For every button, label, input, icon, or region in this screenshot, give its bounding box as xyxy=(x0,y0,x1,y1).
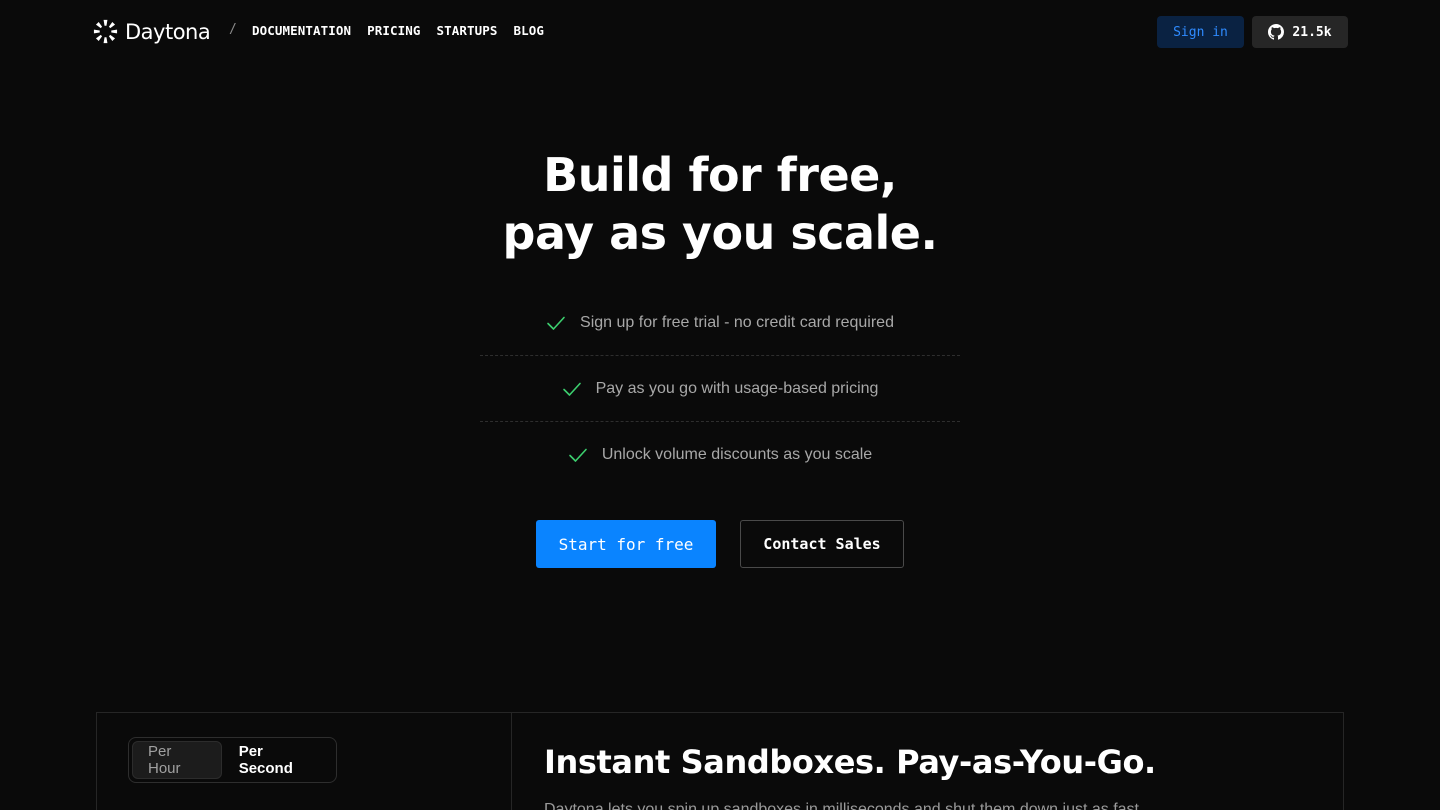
github-stars-button[interactable]: 21.5k xyxy=(1252,16,1348,48)
toggle-per-hour[interactable]: Per Hour xyxy=(132,741,222,779)
logo[interactable]: Daytona xyxy=(92,18,211,45)
pricing-title: Instant Sandboxes. Pay-as-You-Go. xyxy=(544,743,1156,781)
billing-period-toggle: Per Hour Per Second xyxy=(128,737,337,783)
benefit-item: Pay as you go with usage-based pricing xyxy=(480,356,960,422)
github-icon xyxy=(1268,24,1285,40)
benefit-text: Unlock volume discounts as you scale xyxy=(601,446,873,463)
benefit-list: Sign up for free trial - no credit card … xyxy=(480,290,960,488)
benefit-item: Sign up for free trial - no credit card … xyxy=(480,290,960,356)
main-nav: DOCUMENTATION PRICING STARTUPS BLOG xyxy=(252,23,544,38)
hero-title: Build for free, pay as you scale. xyxy=(0,146,1440,262)
toggle-per-second[interactable]: Per Second xyxy=(224,741,333,779)
start-for-free-button[interactable]: Start for free xyxy=(536,520,716,568)
pricing-panel: Per Hour Per Second Instant Sandboxes. P… xyxy=(96,712,1344,810)
daytona-logo-icon xyxy=(92,18,119,45)
hero-title-line-1: Build for free, xyxy=(543,148,897,202)
hero-title-line-2: pay as you scale. xyxy=(502,206,938,260)
nav-link-startups[interactable]: STARTUPS xyxy=(437,23,498,38)
pricing-panel-left: Per Hour Per Second xyxy=(97,713,512,810)
nav-separator: / xyxy=(229,22,237,37)
nav-link-blog[interactable]: BLOG xyxy=(514,23,545,38)
nav-link-documentation[interactable]: DOCUMENTATION xyxy=(252,23,351,38)
page: Daytona / DOCUMENTATION PRICING STARTUPS… xyxy=(0,0,1440,810)
contact-sales-button[interactable]: Contact Sales xyxy=(740,520,904,568)
check-icon xyxy=(562,379,582,399)
benefit-text: Pay as you go with usage-based pricing xyxy=(595,379,879,397)
top-nav: Daytona / DOCUMENTATION PRICING STARTUPS… xyxy=(0,0,1440,64)
benefit-item: Unlock volume discounts as you scale xyxy=(480,422,960,488)
benefit-text: Sign up for free trial - no credit card … xyxy=(580,313,894,331)
check-icon xyxy=(568,445,588,465)
logo-text: Daytona xyxy=(125,19,211,44)
pricing-description: Daytona lets you spin up sandboxes in mi… xyxy=(544,801,1144,810)
nav-link-pricing[interactable]: PRICING xyxy=(367,23,420,38)
github-star-count: 21.5k xyxy=(1292,24,1332,40)
check-icon xyxy=(546,313,566,333)
sign-in-button[interactable]: Sign in xyxy=(1157,16,1244,48)
